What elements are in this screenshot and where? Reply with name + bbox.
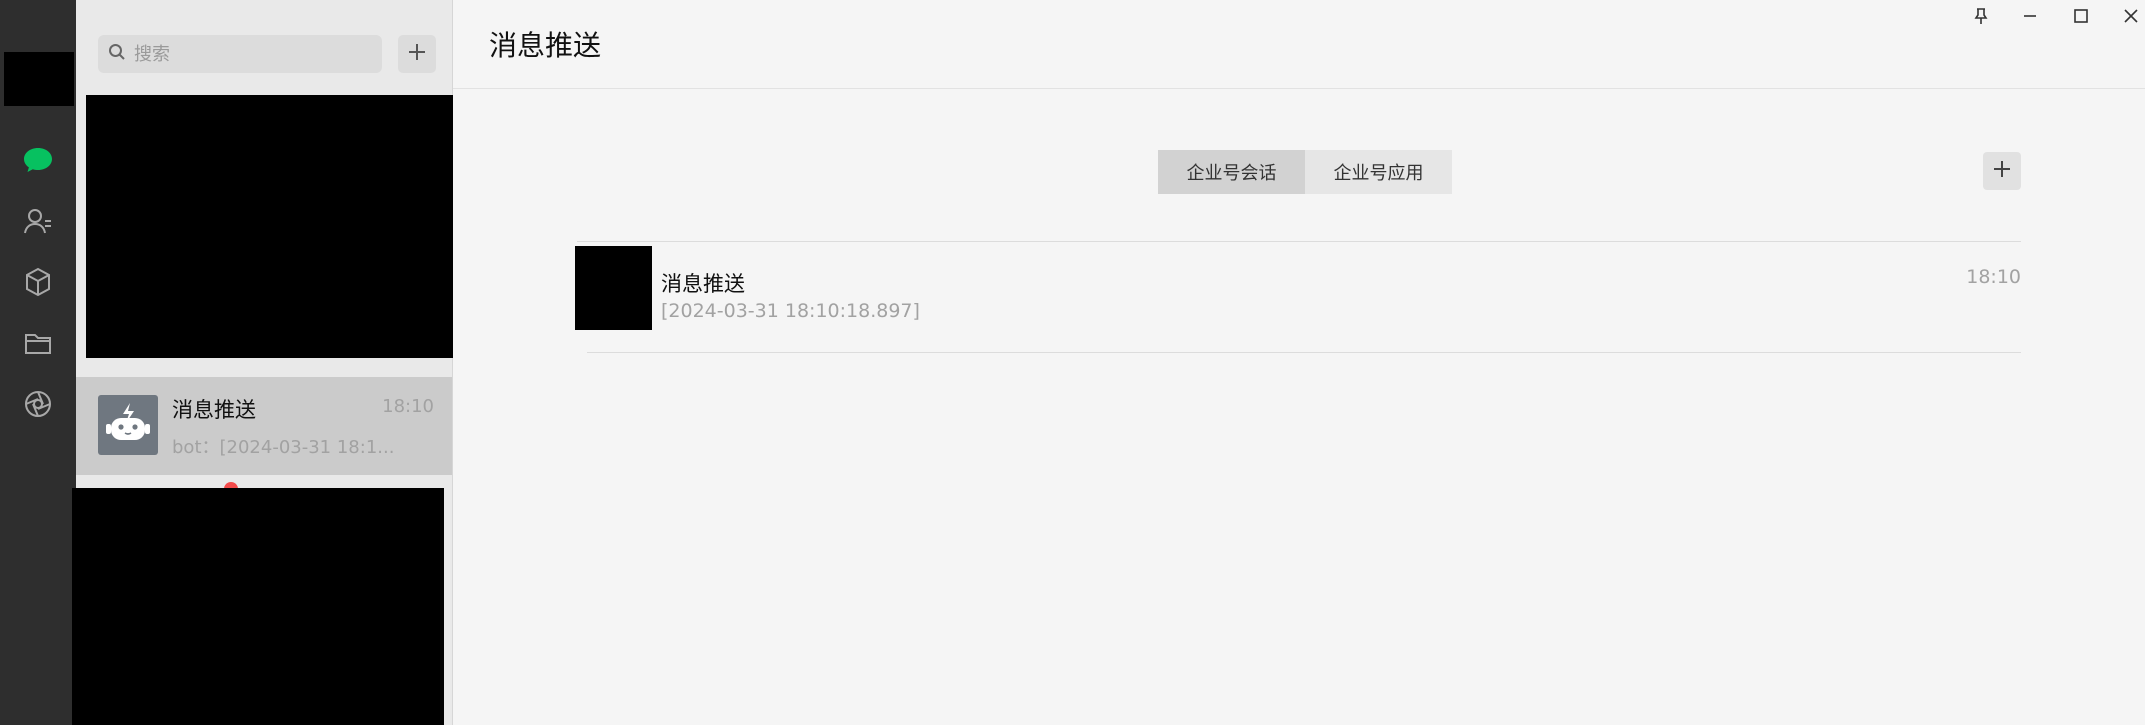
divider-bottom (587, 352, 2021, 353)
search-icon (98, 43, 126, 65)
message-time: 18:10 (1966, 266, 2021, 288)
add-button[interactable] (1983, 152, 2021, 190)
cube-icon (24, 267, 52, 297)
redacted-conversations-top (86, 95, 457, 358)
minimize-button[interactable] (2016, 4, 2044, 32)
user-avatar-redacted[interactable] (4, 52, 74, 106)
nav-rail (0, 0, 76, 725)
divider-top (577, 241, 2021, 242)
pin-icon (1973, 7, 1989, 29)
close-button[interactable] (2117, 4, 2145, 32)
folder-icon (24, 331, 52, 355)
add-button[interactable] (398, 35, 436, 73)
robot-icon (105, 401, 151, 449)
page-header: 消息推送 (453, 0, 2145, 89)
tab-enterprise-apps[interactable]: 企业号应用 (1305, 150, 1452, 194)
message-avatar-redacted (575, 246, 652, 330)
bot-avatar (98, 395, 158, 455)
conversation-list-panel: 消息推送 18:10 bot：[2024-03-31 18:1... (72, 0, 457, 725)
redacted-conversations-bottom (72, 488, 444, 725)
nav-moments[interactable] (22, 388, 54, 420)
conversation-time: 18:10 (382, 396, 434, 417)
nav-contacts[interactable] (22, 205, 54, 237)
tab-bar: 企业号会话 企业号应用 (1158, 150, 1452, 194)
contacts-icon (23, 206, 53, 236)
maximize-button[interactable] (2067, 4, 2095, 32)
main-content: 消息推送 企业号会话 企业号应用 消息推送 [2024-03-31 18:10:… (453, 0, 2145, 725)
message-row[interactable]: 消息推送 [2024-03-31 18:10:18.897] 18:10 (575, 244, 2021, 330)
conversation-item-selected[interactable]: 消息推送 18:10 bot：[2024-03-31 18:1... (76, 377, 452, 475)
conversation-preview: bot：[2024-03-31 18:1... (172, 437, 395, 458)
nav-files[interactable] (22, 327, 54, 359)
minimize-icon (2022, 8, 2038, 28)
message-detail: [2024-03-31 18:10:18.897] (661, 300, 920, 322)
message-name: 消息推送 (661, 272, 745, 296)
page-title: 消息推送 (489, 29, 602, 62)
maximize-icon (2073, 8, 2089, 28)
conversation-name: 消息推送 (172, 398, 256, 422)
nav-chat[interactable] (22, 144, 54, 176)
pin-button[interactable] (1967, 4, 1995, 32)
chat-icon (22, 146, 54, 174)
plus-icon (407, 42, 427, 66)
close-icon (2123, 8, 2139, 28)
tab-enterprise-chat[interactable]: 企业号会话 (1158, 150, 1305, 194)
search-input[interactable] (132, 42, 376, 66)
search-box[interactable] (98, 35, 382, 73)
aperture-icon (23, 389, 53, 419)
nav-apps[interactable] (22, 266, 54, 298)
plus-icon (1992, 159, 2012, 183)
